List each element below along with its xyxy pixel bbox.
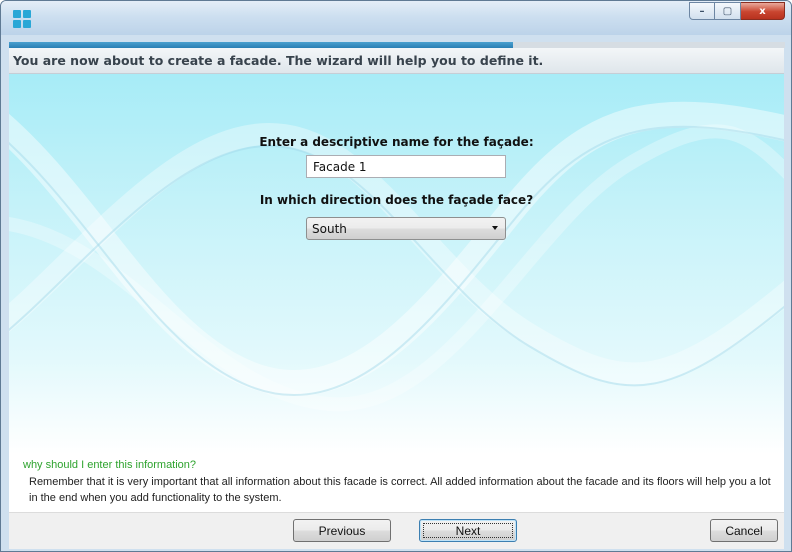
focus-ring — [423, 523, 513, 538]
app-grid-icon — [13, 10, 31, 28]
wizard-window: – ▢ x You are now about to create a faca… — [0, 0, 792, 552]
direction-select[interactable]: South — [306, 217, 506, 240]
name-label: Enter a descriptive name for the façade: — [259, 135, 534, 149]
wizard-header-text: You are now about to create a facade. Th… — [13, 53, 544, 68]
background-art: Enter a descriptive name for the façade:… — [9, 74, 784, 454]
previous-button[interactable]: Previous — [293, 519, 391, 542]
previous-button-label: Previous — [318, 523, 366, 538]
window-controls: – ▢ x — [689, 2, 785, 20]
wizard-header: You are now about to create a facade. Th… — [9, 48, 784, 74]
title-bar[interactable]: – ▢ x — [1, 1, 791, 35]
next-button[interactable]: Next — [419, 519, 517, 542]
direction-label: In which direction does the façade face? — [259, 193, 534, 207]
dna-ribbon-decoration — [9, 101, 784, 412]
minimize-button[interactable]: – — [689, 2, 715, 20]
chevron-down-icon — [492, 226, 498, 230]
close-button[interactable]: x — [741, 2, 785, 20]
cancel-button-label: Cancel — [725, 523, 763, 538]
wizard-footer: Previous Next Cancel — [9, 512, 784, 549]
help-title: why should I enter this information? — [23, 459, 197, 471]
facade-name-input[interactable] — [306, 155, 506, 178]
direction-select-value: South — [312, 222, 347, 236]
maximize-button[interactable]: ▢ — [715, 2, 741, 20]
help-section: why should I enter this information? Rem… — [9, 454, 784, 512]
help-body: Remember that it is very important that … — [29, 476, 771, 504]
wizard-content: You are now about to create a facade. Th… — [9, 48, 784, 549]
cancel-button[interactable]: Cancel — [710, 519, 778, 542]
